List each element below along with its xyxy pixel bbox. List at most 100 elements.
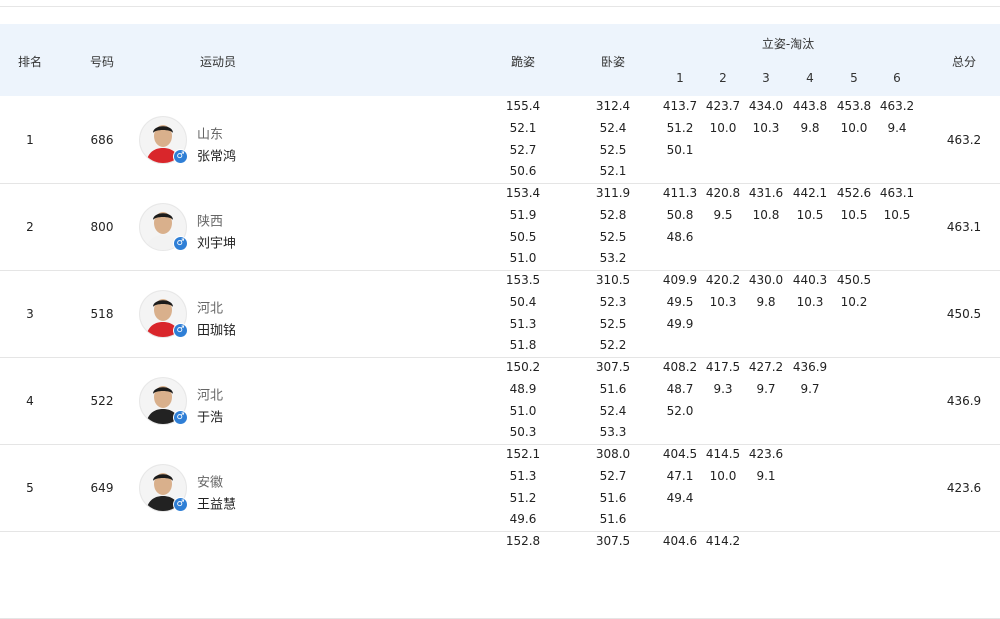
kneeling-score: 51.3 <box>509 469 537 483</box>
elimination-score: 10.5 <box>883 208 911 222</box>
elimination-score: 10.0 <box>709 469 737 483</box>
prone-score: 51.6 <box>599 512 627 526</box>
elimination-score: 49.9 <box>666 317 694 331</box>
male-gender-icon: ♂ <box>173 410 188 425</box>
elimination-score: 408.2 <box>662 360 698 374</box>
elimination-score: 9.8 <box>756 295 776 309</box>
kneeling-score: 48.9 <box>509 382 537 396</box>
kneeling-score: 153.4 <box>505 186 541 200</box>
elimination-score: 10.8 <box>752 208 780 222</box>
total-cell: 463.1 <box>946 220 982 234</box>
prone-score: 53.3 <box>599 425 627 439</box>
elimination-score: 413.7 <box>662 99 698 113</box>
kneeling-score: 155.4 <box>505 99 541 113</box>
header-elim-1: 1 <box>676 71 684 85</box>
bib-cell: 518 <box>90 307 114 321</box>
total-cell: 436.9 <box>946 394 982 408</box>
elimination-score: 10.3 <box>752 121 780 135</box>
elimination-score: 414.2 <box>705 534 741 548</box>
top-divider <box>0 6 1000 7</box>
kneeling-score: 50.4 <box>509 295 537 309</box>
elimination-score: 10.0 <box>709 121 737 135</box>
prone-score: 53.2 <box>599 251 627 265</box>
rank-cell: 5 <box>26 481 34 495</box>
elimination-score: 50.8 <box>666 208 694 222</box>
rank-cell: 2 <box>26 220 34 234</box>
elimination-score: 9.7 <box>800 382 820 396</box>
bib-cell: 800 <box>90 220 114 234</box>
athlete-province: 山东 <box>197 127 224 143</box>
elimination-score: 436.9 <box>792 360 828 374</box>
athlete-name: 于浩 <box>197 410 224 426</box>
header-elim-4: 4 <box>806 71 814 85</box>
prone-score: 52.5 <box>599 143 627 157</box>
kneeling-score: 150.2 <box>505 360 541 374</box>
header-elim-6: 6 <box>893 71 901 85</box>
elimination-score: 9.7 <box>756 382 776 396</box>
kneeling-score: 50.5 <box>509 230 537 244</box>
rank-cell: 3 <box>26 307 34 321</box>
prone-score: 52.2 <box>599 338 627 352</box>
male-gender-icon: ♂ <box>173 497 188 512</box>
elimination-score: 52.0 <box>666 404 694 418</box>
table-row[interactable]: 3 518 450.5 ♂ 河北 田珈铭 153.5 50.4 51.3 51.8 310.5 52.… <box>0 270 1000 358</box>
kneeling-score: 51.0 <box>509 251 537 265</box>
prone-score: 312.4 <box>595 99 631 113</box>
header-bib: 号码 <box>89 55 115 69</box>
kneeling-score: 51.2 <box>509 491 537 505</box>
header-total: 总分 <box>951 55 977 69</box>
elimination-score: 427.2 <box>748 360 784 374</box>
elimination-score: 48.7 <box>666 382 694 396</box>
prone-score: 51.6 <box>599 491 627 505</box>
table-row[interactable]: 4 522 436.9 ♂ 河北 于浩 150.2 48.9 51.0 50.3 307.5 51.6… <box>0 357 1000 445</box>
elimination-score: 443.8 <box>792 99 828 113</box>
kneeling-score: 51.0 <box>509 404 537 418</box>
elimination-score: 452.6 <box>836 186 872 200</box>
table-row[interactable]: 152.8 307.5 404.6 414.2 <box>0 531 1000 619</box>
kneeling-score: 51.3 <box>509 317 537 331</box>
elimination-score: 9.3 <box>713 382 733 396</box>
elimination-score: 420.8 <box>705 186 741 200</box>
table-row[interactable]: 2 800 463.1 ♂ 陕西 刘宇坤 153.4 51.9 50.5 51.0 311.9 52.… <box>0 183 1000 271</box>
elimination-score: 442.1 <box>792 186 828 200</box>
kneeling-score: 49.6 <box>509 512 537 526</box>
elimination-score: 404.5 <box>662 447 698 461</box>
prone-score: 307.5 <box>595 534 631 548</box>
header-athlete: 运动员 <box>199 55 237 69</box>
header-elim-5: 5 <box>850 71 858 85</box>
elimination-score: 49.5 <box>666 295 694 309</box>
kneeling-score: 52.7 <box>509 143 537 157</box>
elimination-score: 10.3 <box>796 295 824 309</box>
elimination-score: 431.6 <box>748 186 784 200</box>
prone-score: 52.8 <box>599 208 627 222</box>
elimination-score: 9.4 <box>887 121 907 135</box>
bib-cell: 649 <box>90 481 114 495</box>
prone-score: 52.4 <box>599 121 627 135</box>
elimination-score: 414.5 <box>705 447 741 461</box>
elimination-score: 51.2 <box>666 121 694 135</box>
elimination-score: 50.1 <box>666 143 694 157</box>
athlete-province: 河北 <box>197 388 224 404</box>
header-elim-2: 2 <box>719 71 727 85</box>
elimination-score: 434.0 <box>748 99 784 113</box>
elimination-score: 463.2 <box>879 99 915 113</box>
header-elim-3: 3 <box>762 71 770 85</box>
elimination-score: 411.3 <box>662 186 698 200</box>
prone-score: 52.5 <box>599 317 627 331</box>
kneeling-score: 152.1 <box>505 447 541 461</box>
athlete-name: 王益慧 <box>197 497 237 513</box>
header-kneeling: 跪姿 <box>510 55 536 69</box>
table-row[interactable]: 1 686 463.2 ♂ 山东 张常鸿 155.4 52.1 52.7 50.6 312.4 52.… <box>0 96 1000 184</box>
elimination-score: 48.6 <box>666 230 694 244</box>
prone-score: 51.6 <box>599 382 627 396</box>
table-row[interactable]: 5 649 423.6 ♂ 安徽 王益慧 152.1 51.3 51.2 49.6 308.0 52.… <box>0 444 1000 532</box>
athlete-name: 张常鸿 <box>197 149 237 165</box>
athlete-province: 安徽 <box>197 475 224 491</box>
athlete-name: 刘宇坤 <box>197 236 237 252</box>
prone-score: 52.1 <box>599 164 627 178</box>
prone-score: 307.5 <box>595 360 631 374</box>
prone-score: 308.0 <box>595 447 631 461</box>
prone-score: 52.7 <box>599 469 627 483</box>
header-standing-elimination: 立姿-淘汰 <box>761 37 815 51</box>
male-gender-icon: ♂ <box>173 236 188 251</box>
